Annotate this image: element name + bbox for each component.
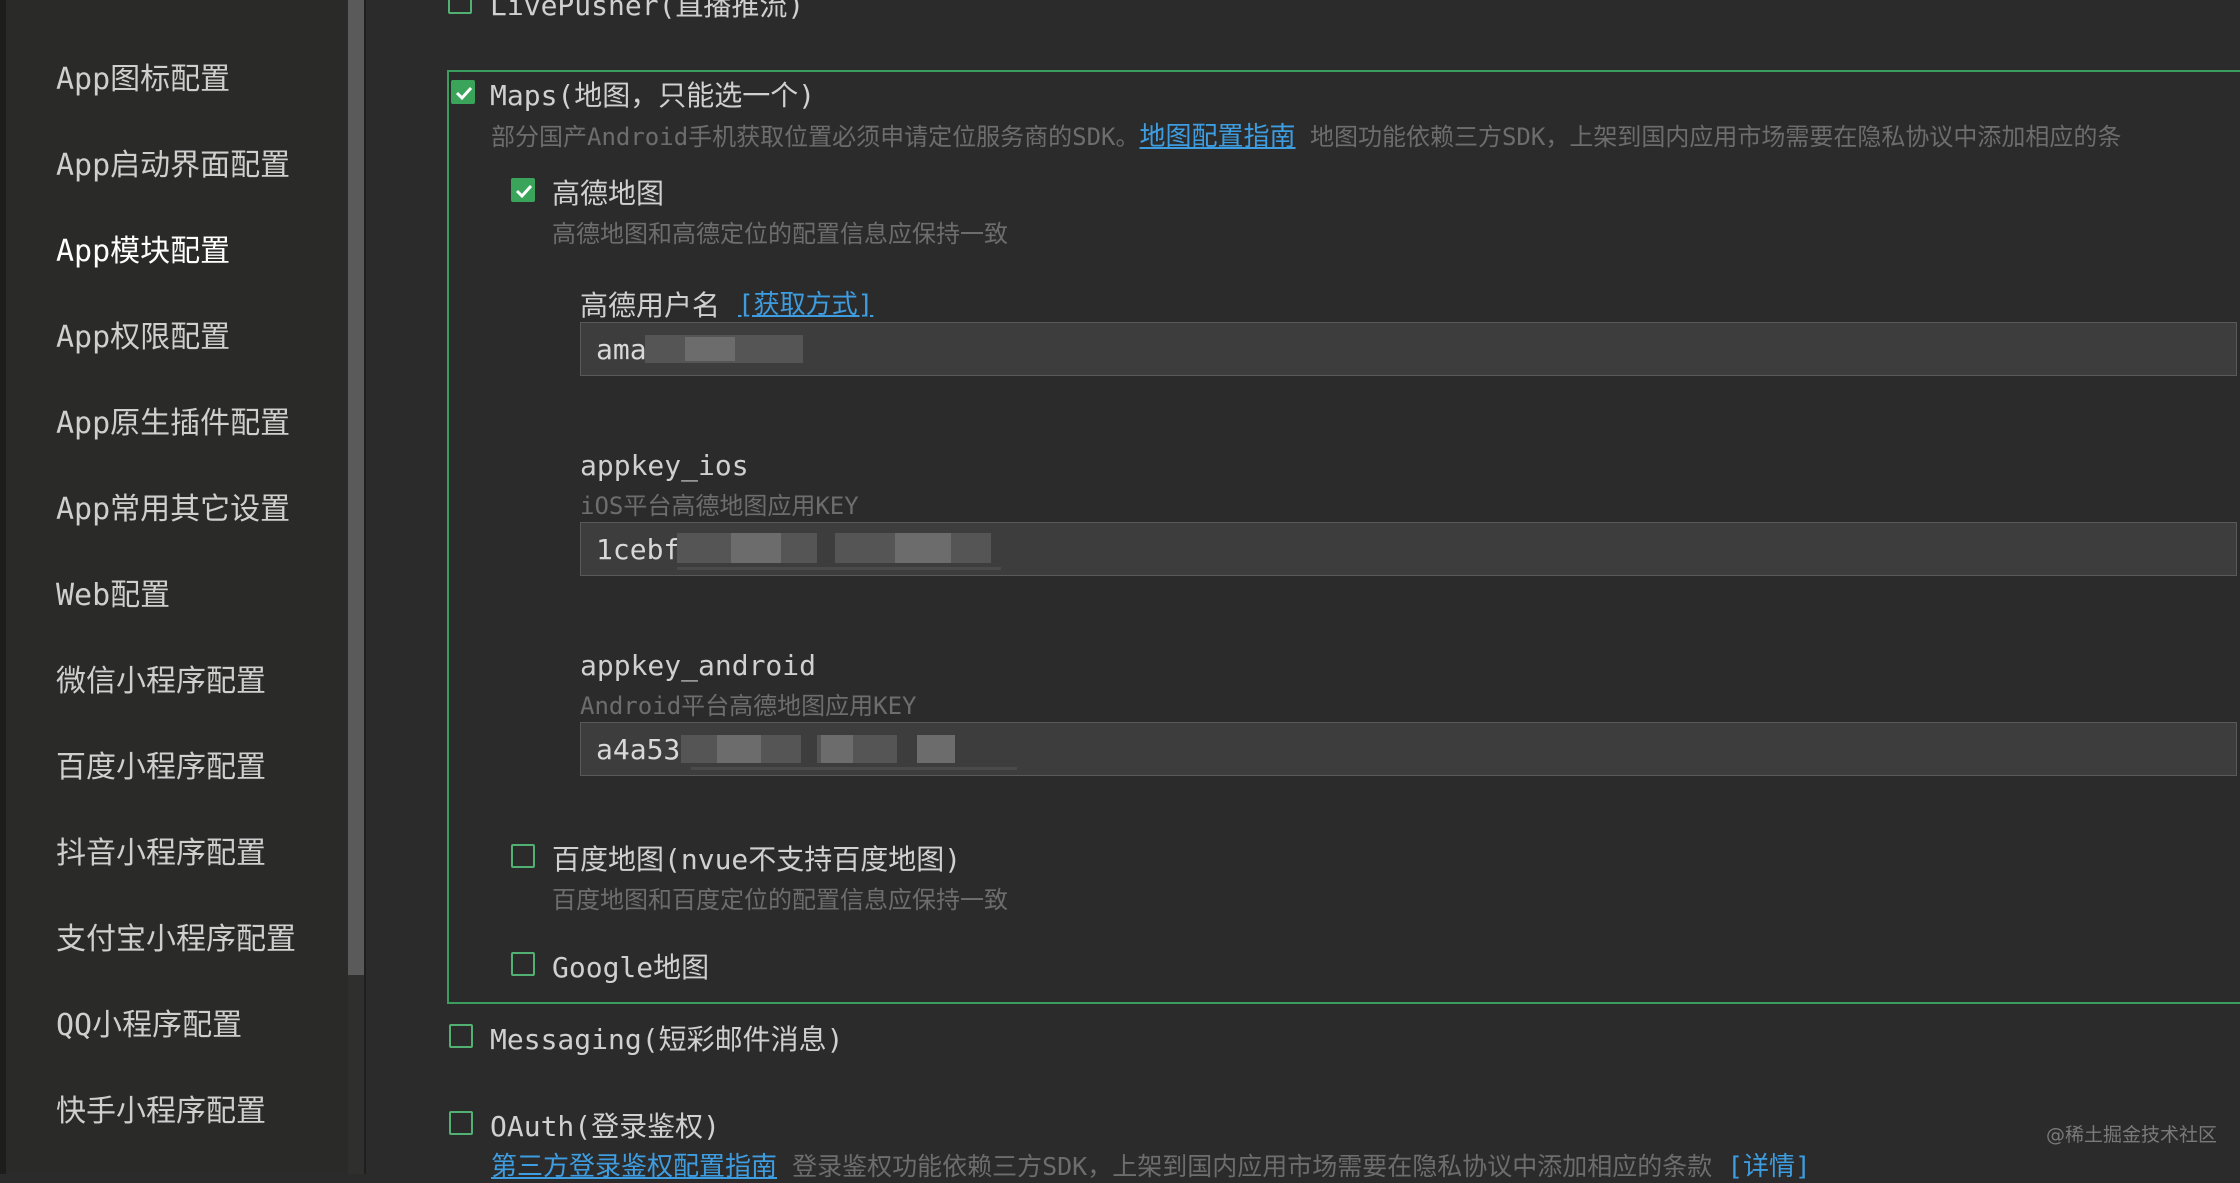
checkmark-icon bbox=[455, 86, 473, 101]
amap-hint: 高德地图和高德定位的配置信息应保持一致 bbox=[552, 220, 1008, 248]
amap-ios-key-field[interactable]: 1cebf bbox=[580, 522, 2237, 576]
baidu-map-checkbox[interactable] bbox=[511, 844, 535, 868]
sidebar-item-app-icon[interactable]: App图标配置 bbox=[56, 54, 230, 98]
maps-desc-suffix: 地图功能依赖三方SDK，上架到国内应用市场需要在隐私协议中添加相应的条 bbox=[1309, 123, 2122, 151]
oauth-detail-link[interactable]: [详情] bbox=[1727, 1152, 1810, 1182]
redaction-mask bbox=[717, 735, 761, 763]
sidebar-item-douyin-mp[interactable]: 抖音小程序配置 bbox=[56, 828, 266, 872]
sidebar-edge bbox=[0, 0, 6, 1174]
maps-desc-prefix: 部分国产Android手机获取位置必须申请定位服务商的SDK。 bbox=[491, 123, 1140, 151]
oauth-description: 第三方登录鉴权配置指南 登录鉴权功能依赖三方SDK，上架到国内应用市场需要在隐私… bbox=[491, 1146, 1811, 1183]
redaction-mask bbox=[731, 533, 781, 563]
oauth-desc: 登录鉴权功能依赖三方SDK，上架到国内应用市场需要在隐私协议中添加相应的条款 bbox=[792, 1152, 1713, 1181]
amap-ios-key-hint: iOS平台高德地图应用KEY bbox=[580, 492, 859, 520]
livepusher-checkbox[interactable] bbox=[448, 0, 472, 14]
amap-android-key-field[interactable]: a4a535 bbox=[580, 722, 2237, 776]
sidebar-item-app-modules[interactable]: App模块配置 bbox=[56, 226, 230, 270]
sidebar-item-alipay-mp[interactable]: 支付宝小程序配置 bbox=[56, 914, 296, 958]
oauth-checkbox[interactable] bbox=[449, 1111, 473, 1135]
oauth-guide-link[interactable]: 第三方登录鉴权配置指南 bbox=[491, 1152, 777, 1182]
sidebar-item-app-splash[interactable]: App启动界面配置 bbox=[56, 140, 290, 184]
amap-android-key-label: appkey_android bbox=[580, 649, 817, 682]
sidebar-item-qq-mp[interactable]: QQ小程序配置 bbox=[56, 1000, 242, 1044]
amap-username-label: 高德用户名 bbox=[580, 289, 721, 322]
sidebar-item-app-permissions[interactable]: App权限配置 bbox=[56, 312, 230, 356]
settings-sidebar: App图标配置 App启动界面配置 App模块配置 App权限配置 App原生插… bbox=[0, 0, 350, 1174]
redaction-mask bbox=[685, 337, 735, 361]
redaction-mask bbox=[895, 533, 951, 563]
sidebar-item-weixin-mp[interactable]: 微信小程序配置 bbox=[56, 656, 266, 700]
maps-description: 部分国产Android手机获取位置必须申请定位服务商的SDK。地图配置指南 地图… bbox=[491, 116, 2121, 153]
sidebar-item-app-other-settings[interactable]: App常用其它设置 bbox=[56, 484, 290, 528]
amap-username-field[interactable]: ama bbox=[580, 322, 2237, 376]
amap-username-value: ama bbox=[596, 333, 647, 366]
sidebar-item-baidu-mp[interactable]: 百度小程序配置 bbox=[56, 742, 266, 786]
redaction-mask bbox=[691, 767, 1017, 770]
sidebar-item-app-native-plugins[interactable]: App原生插件配置 bbox=[56, 398, 290, 442]
maps-checkbox[interactable] bbox=[451, 80, 475, 104]
amap-ios-key-value: 1cebf bbox=[596, 533, 681, 566]
messaging-label: Messaging(短彩邮件消息) bbox=[490, 1023, 844, 1056]
baidu-map-label: 百度地图(nvue不支持百度地图) bbox=[552, 843, 962, 876]
maps-guide-link[interactable]: 地图配置指南 bbox=[1140, 122, 1296, 152]
redaction-mask bbox=[821, 735, 853, 763]
sidebar-item-web[interactable]: Web配置 bbox=[56, 570, 170, 614]
amap-ios-key-label: appkey_ios bbox=[580, 449, 749, 482]
amap-username-help-link[interactable]: [获取方式] bbox=[738, 284, 873, 321]
watermark: @稀土掘金技术社区 bbox=[2046, 1124, 2218, 1146]
amap-checkbox[interactable] bbox=[511, 178, 535, 202]
amap-android-key-hint: Android平台高德地图应用KEY bbox=[580, 692, 917, 720]
maps-label: Maps(地图，只能选一个) bbox=[490, 79, 816, 112]
amap-label: 高德地图 bbox=[552, 177, 665, 210]
sidebar-item-kuaishou-mp[interactable]: 快手小程序配置 bbox=[56, 1086, 266, 1130]
livepusher-label: LivePusher(直播推流) bbox=[490, 0, 805, 22]
oauth-label: OAuth(登录鉴权) bbox=[490, 1110, 721, 1143]
redaction-mask bbox=[917, 735, 955, 763]
baidu-map-hint: 百度地图和百度定位的配置信息应保持一致 bbox=[552, 886, 1008, 914]
messaging-checkbox[interactable] bbox=[449, 1024, 473, 1048]
checkmark-icon bbox=[515, 184, 533, 199]
google-map-checkbox[interactable] bbox=[511, 952, 535, 976]
redaction-mask bbox=[677, 567, 1001, 570]
google-map-label: Google地图 bbox=[552, 951, 710, 984]
sidebar-scrollbar-thumb[interactable] bbox=[348, 0, 364, 975]
